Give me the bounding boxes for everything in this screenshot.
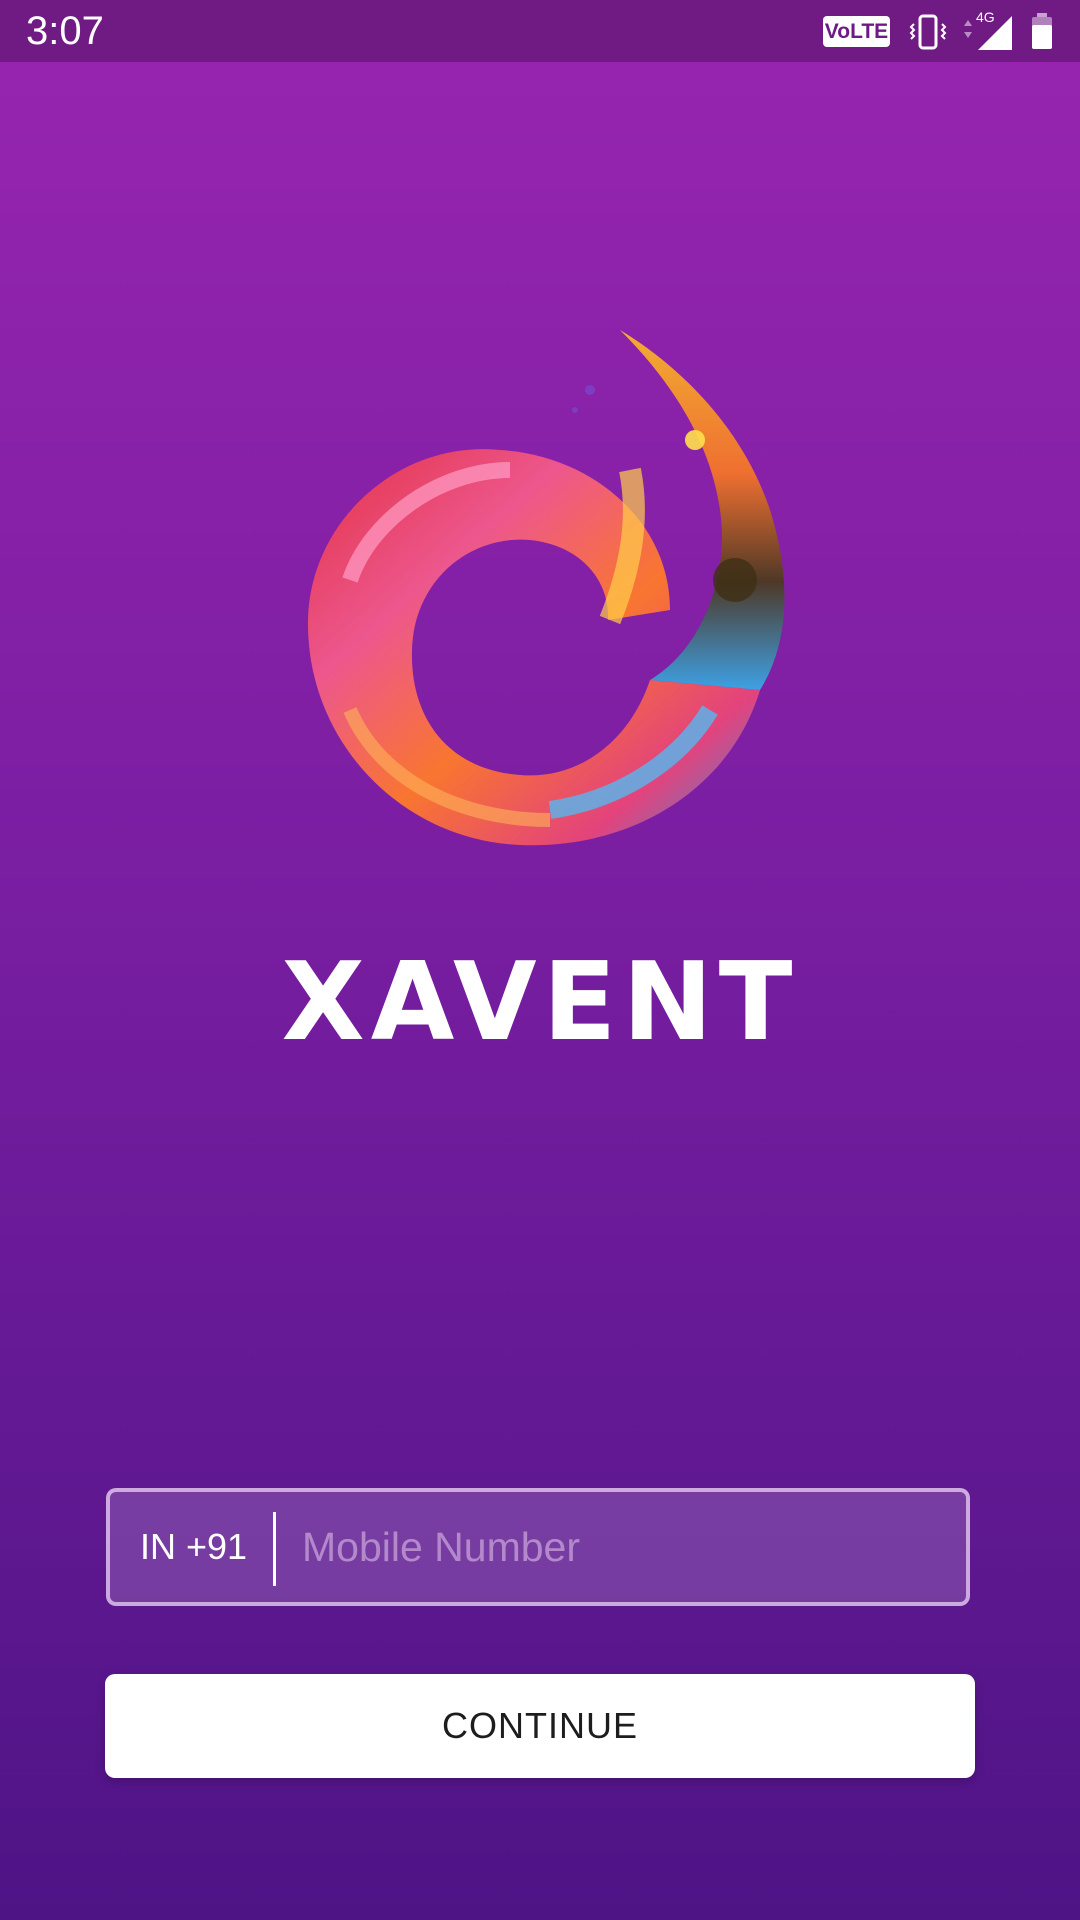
swirl-logo-icon — [307, 330, 785, 846]
battery-icon — [1032, 13, 1052, 49]
field-divider — [273, 1512, 276, 1586]
volte-badge: VoLTE — [823, 16, 890, 47]
country-code-selector[interactable]: IN +91 — [140, 1492, 247, 1602]
network-type-label: 4G — [976, 9, 995, 25]
vibrate-icon — [909, 14, 947, 50]
mobile-number-field[interactable]: IN +91 — [106, 1488, 970, 1606]
continue-button[interactable]: CONTINUE — [105, 1674, 975, 1778]
signal-icon: 4G — [964, 9, 1012, 50]
status-time: 3:07 — [26, 9, 104, 53]
mobile-number-input[interactable] — [290, 1498, 950, 1596]
brand-title: XAVENT — [281, 940, 799, 1065]
status-bar: 3:07 VoLTE 4G — [0, 0, 1080, 62]
